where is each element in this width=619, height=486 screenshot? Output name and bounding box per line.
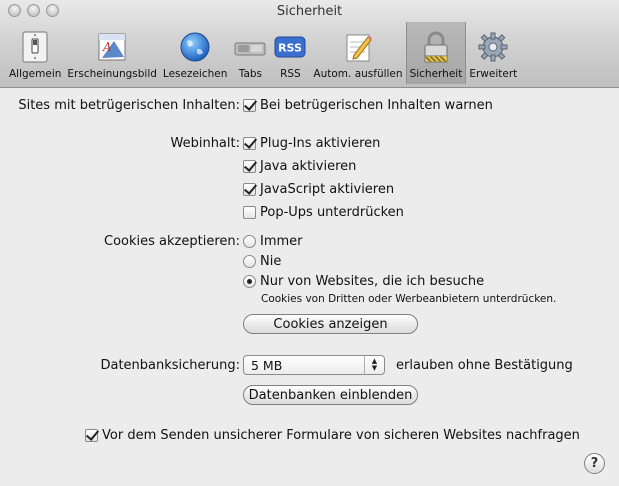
tab-sicherheit[interactable]: Sicherheit [405, 22, 467, 84]
tab-erweitert[interactable]: Erweitert [466, 22, 520, 84]
tab-label: Sicherheit [409, 68, 463, 80]
cookies-never-label: Nie [260, 254, 282, 269]
svg-text:RSS: RSS [278, 42, 302, 55]
database-label: Datenbanksicherung: [100, 358, 240, 373]
cookies-never-radio[interactable] [243, 255, 256, 268]
cookies-always-radio-row[interactable]: Immer [243, 234, 303, 249]
tab-allgemein[interactable]: Allgemein [6, 22, 64, 84]
cookies-visited-radio[interactable] [243, 275, 256, 288]
plugins-checkbox-row[interactable]: Plug-Ins aktivieren [243, 136, 380, 151]
java-checkbox-row[interactable]: Java aktivieren [243, 159, 356, 174]
svg-text:A: A [102, 40, 112, 54]
database-size-value: 5 MB [251, 357, 283, 373]
cookies-note: Cookies von Dritten oder Werbeanbietern … [261, 293, 557, 305]
globe-icon [178, 30, 212, 64]
preferences-toolbar: Allgemein A Erscheinungsbild Lesezeichen… [6, 22, 520, 84]
show-databases-button[interactable]: Datenbanken einblenden [243, 385, 418, 405]
tab-rss[interactable]: RSS RSS [270, 22, 310, 84]
tab-label: Autom. ausfüllen [313, 68, 403, 80]
tab-label: Tabs [238, 68, 263, 80]
unsafe-forms-checkbox-row[interactable]: Vor dem Senden unsicherer Formulare von … [85, 428, 580, 443]
fraud-label: Sites mit betrügerischen Inhalten: [18, 98, 240, 113]
cookies-always-label: Immer [260, 234, 303, 249]
java-checkbox[interactable] [243, 160, 256, 173]
database-size-select[interactable]: 5 MB ▲ ▼ [243, 355, 385, 375]
tab-label: Allgemein [9, 68, 62, 80]
tab-erscheinungsbild[interactable]: A Erscheinungsbild [64, 22, 160, 84]
java-label: Java aktivieren [260, 159, 357, 174]
webcontent-label: Webinhalt: [170, 136, 241, 151]
cookies-always-radio[interactable] [243, 235, 256, 248]
popups-checkbox[interactable] [243, 206, 256, 219]
tab-autom-ausfuellen[interactable]: Autom. ausfüllen [310, 22, 405, 84]
cookies-label: Cookies akzeptieren: [104, 234, 240, 249]
tabs-icon [233, 30, 267, 64]
window-title: Sicherheit [276, 4, 343, 19]
tab-label: RSS [280, 68, 301, 80]
help-button[interactable]: ? [584, 453, 605, 474]
tab-lesezeichen[interactable]: Lesezeichen [160, 22, 231, 84]
fraud-warning-label: Bei betrügerischen Inhalten warnen [260, 98, 493, 113]
show-cookies-button[interactable]: Cookies anzeigen [243, 314, 418, 334]
window-chrome: Sicherheit Allgemein A Erscheinungsbild … [0, 0, 619, 88]
tab-label: Erweitert [469, 68, 518, 80]
database-suffix: erlauben ohne Bestätigung [396, 358, 573, 373]
lock-icon [419, 30, 453, 64]
switch-icon [18, 30, 52, 64]
tab-tabs[interactable]: Tabs [230, 22, 270, 84]
rss-icon: RSS [273, 30, 307, 64]
gear-icon [476, 30, 510, 64]
fraud-warning-checkbox[interactable] [243, 99, 256, 112]
javascript-label: JavaScript aktivieren [260, 182, 395, 197]
javascript-checkbox-row[interactable]: JavaScript aktivieren [243, 182, 394, 197]
chevron-updown-icon: ▲ ▼ [364, 356, 384, 374]
pencil-paper-icon [341, 30, 375, 64]
security-pane: Sites mit betrügerischen Inhalten: Bei b… [0, 89, 619, 486]
font-icon: A [95, 30, 129, 64]
preferences-window: Sicherheit Allgemein A Erscheinungsbild … [0, 0, 619, 486]
fraud-warning-checkbox-row[interactable]: Bei betrügerischen Inhalten warnen [243, 98, 493, 113]
unsafe-forms-label: Vor dem Senden unsicherer Formulare von … [102, 428, 580, 443]
popups-checkbox-row[interactable]: Pop-Ups unterdrücken [243, 205, 404, 220]
tab-label: Erscheinungsbild [67, 68, 157, 80]
cookies-never-radio-row[interactable]: Nie [243, 254, 281, 269]
cookies-visited-label: Nur von Websites, die ich besuche [260, 274, 485, 289]
javascript-checkbox[interactable] [243, 183, 256, 196]
cookies-visited-radio-row[interactable]: Nur von Websites, die ich besuche [243, 274, 484, 289]
popups-label: Pop-Ups unterdrücken [260, 205, 404, 220]
plugins-checkbox[interactable] [243, 137, 256, 150]
tab-label: Lesezeichen [162, 68, 228, 80]
plugins-label: Plug-Ins aktivieren [260, 136, 381, 151]
unsafe-forms-checkbox[interactable] [85, 429, 98, 442]
